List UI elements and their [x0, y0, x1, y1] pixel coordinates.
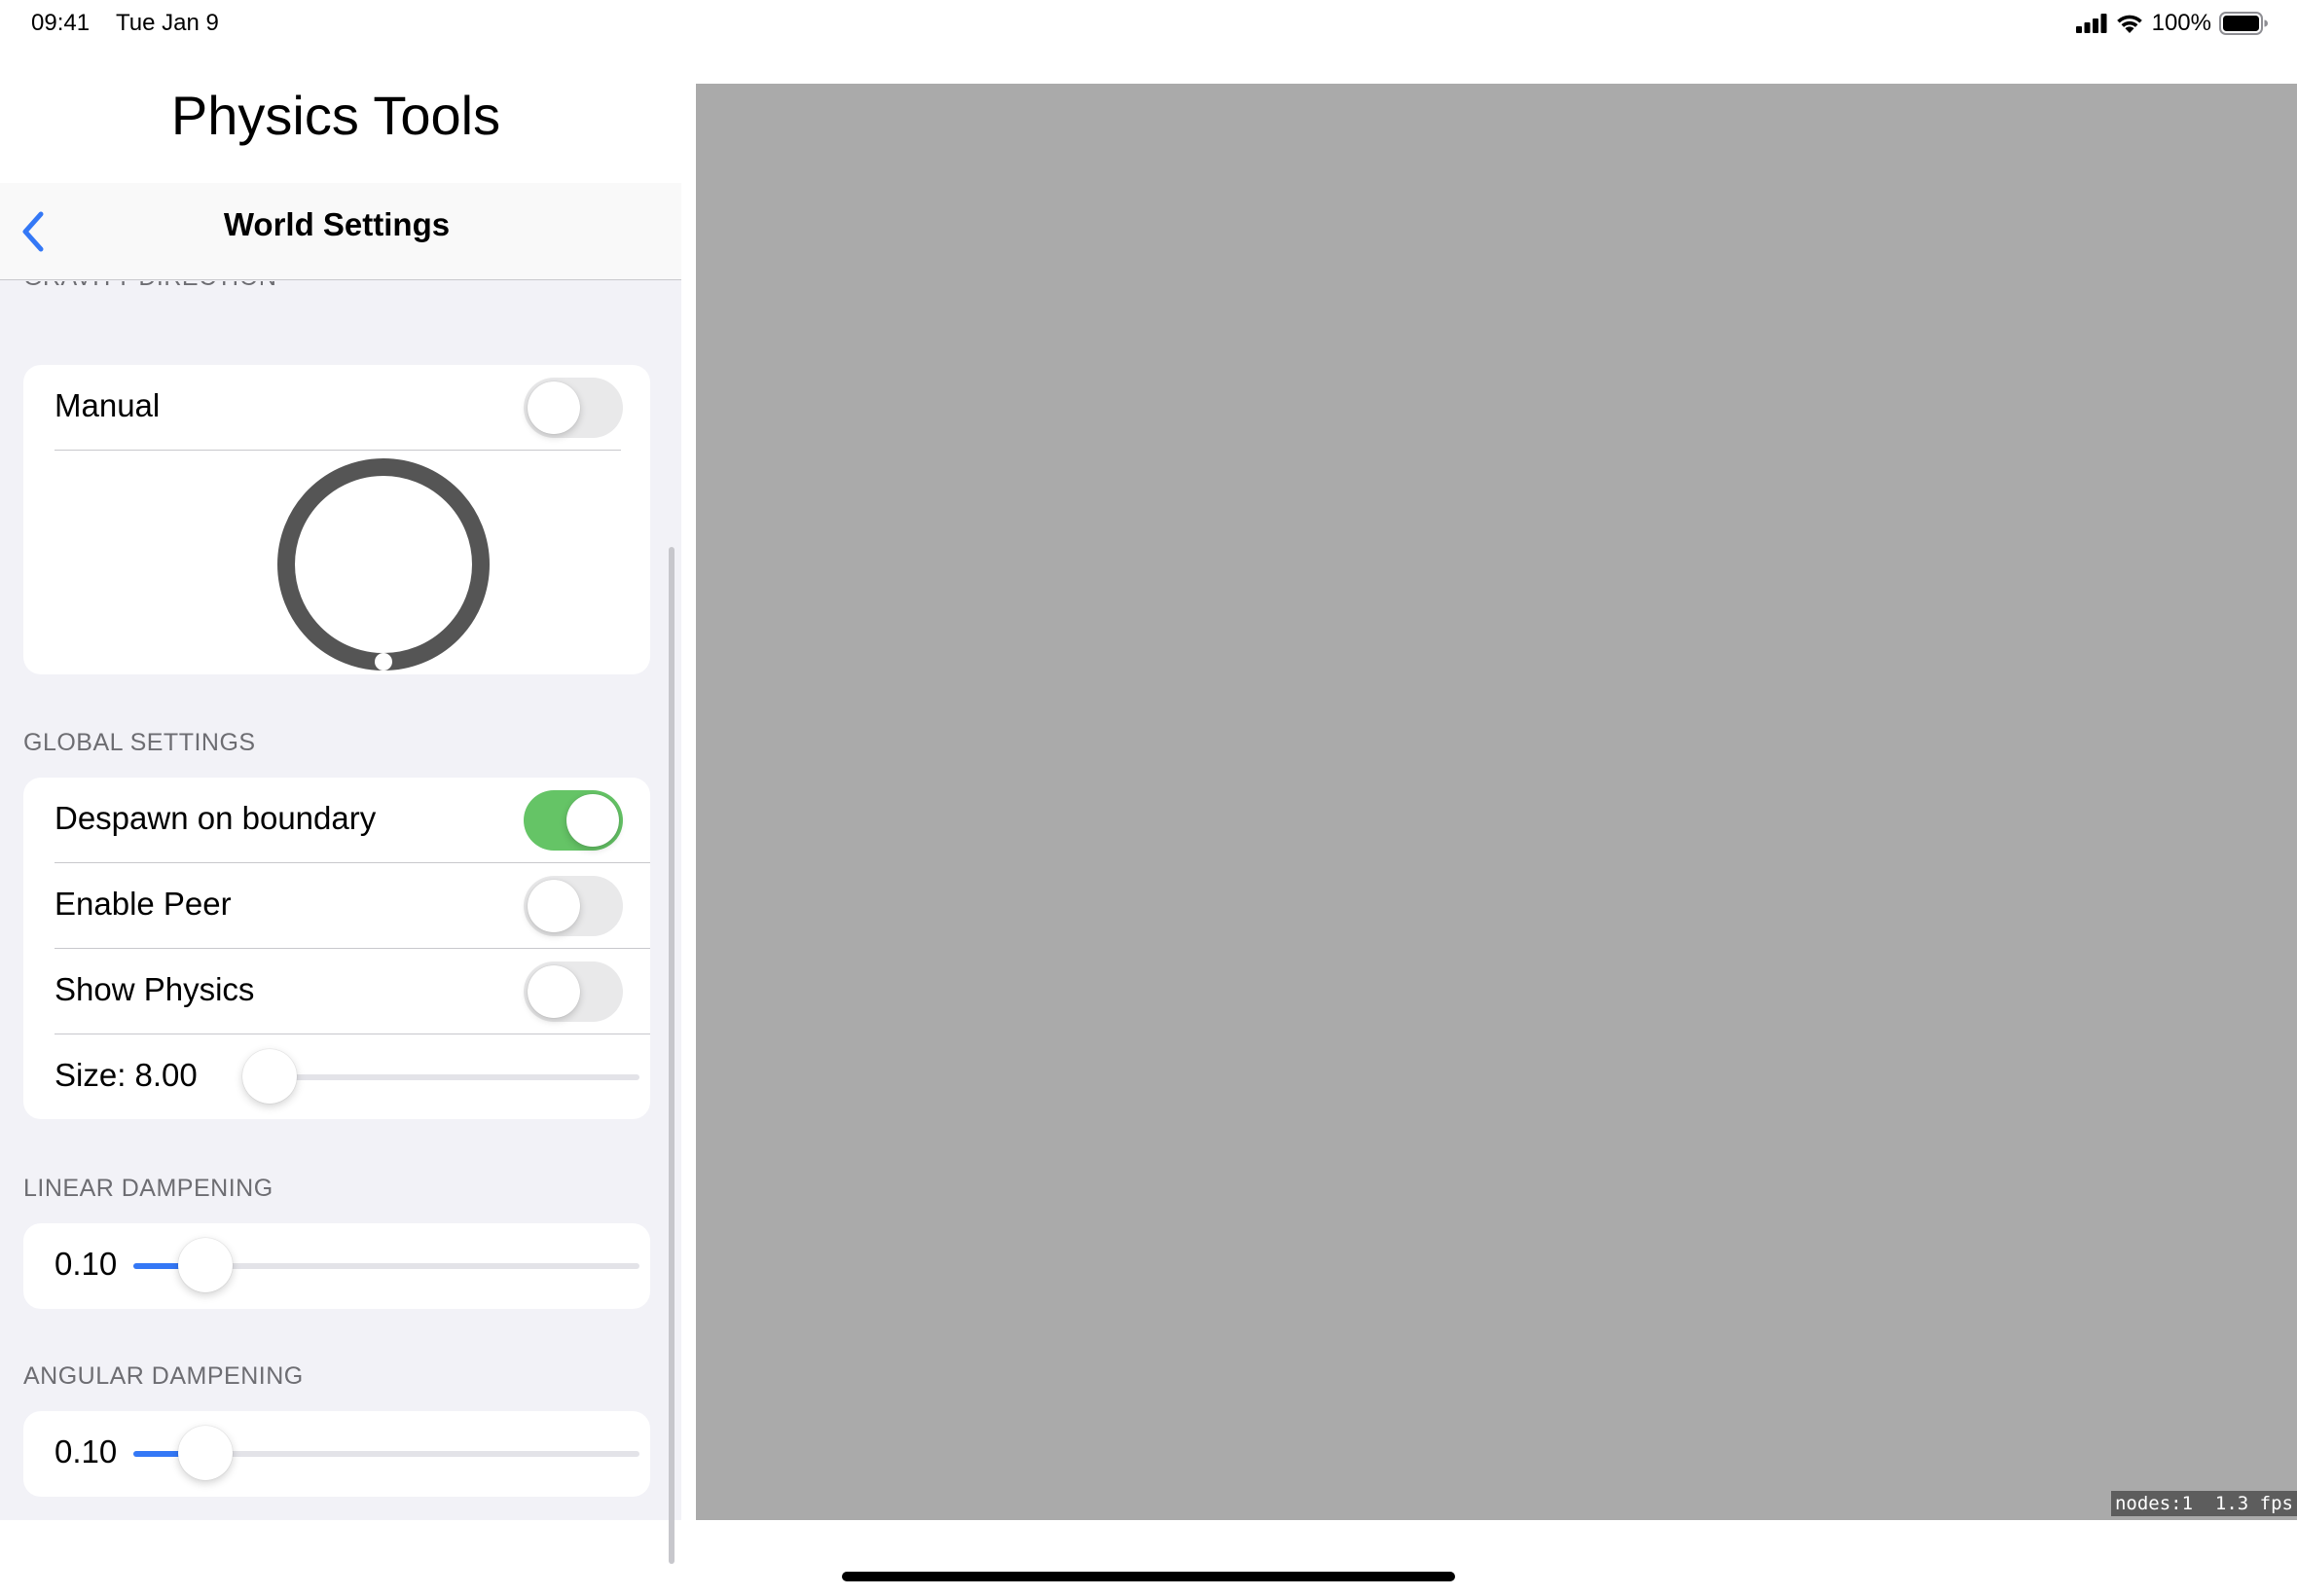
- enable-peer-toggle[interactable]: [524, 876, 623, 936]
- app-root: 09:41 Tue Jan 9 100% Physics Tools World…: [0, 0, 2297, 1596]
- toggle-knob: [566, 794, 619, 847]
- section-header-gravity: GRAVITY DIRECTION: [23, 281, 276, 292]
- cellular-signal-icon: [2075, 14, 2107, 33]
- status-time: 09:41: [31, 10, 91, 36]
- nav-title: World Settings: [223, 206, 451, 242]
- manual-label: Manual: [55, 387, 161, 423]
- physics-scene-view[interactable]: nodes:1 1.3 fps: [696, 84, 2297, 1520]
- app-title: Physics Tools: [170, 85, 501, 146]
- enable-peer-label: Enable Peer: [55, 886, 232, 922]
- dial-ring: [277, 458, 490, 671]
- gravity-card: Manual: [23, 365, 650, 674]
- size-slider[interactable]: [242, 1048, 639, 1106]
- global-settings-card: Despawn on boundary Enable Peer Show Phy…: [23, 778, 650, 1119]
- angular-dampening-card: 0.10: [23, 1411, 650, 1497]
- section-header-global: GLOBAL SETTINGS: [23, 729, 256, 756]
- slider-track: [242, 1074, 639, 1080]
- dial-handle[interactable]: [375, 653, 392, 671]
- enable-peer-row: Enable Peer: [23, 863, 650, 949]
- slider-thumb[interactable]: [178, 1238, 234, 1292]
- angular-dampening-row: 0.10: [23, 1411, 650, 1497]
- sidebar-header: Physics Tools: [0, 49, 681, 183]
- wifi-icon: [2116, 15, 2142, 33]
- slider-thumb[interactable]: [242, 1049, 297, 1104]
- navigation-bar: World Settings: [0, 183, 681, 280]
- despawn-label: Despawn on boundary: [55, 800, 377, 836]
- show-physics-row: Show Physics: [23, 949, 650, 1034]
- battery-percentage: 100%: [2151, 10, 2211, 36]
- despawn-row: Despawn on boundary: [23, 778, 650, 863]
- toggle-knob: [528, 381, 580, 434]
- scroll-indicator[interactable]: [669, 547, 675, 1564]
- status-bar: 09:41 Tue Jan 9 100%: [0, 0, 2297, 49]
- home-indicator[interactable]: [842, 1572, 1455, 1581]
- size-row: Size: 8.00: [23, 1034, 650, 1119]
- show-physics-label: Show Physics: [55, 971, 255, 1007]
- angular-dampening-slider[interactable]: [133, 1425, 639, 1483]
- toggle-knob: [528, 965, 580, 1018]
- linear-dampening-card: 0.10: [23, 1223, 650, 1309]
- show-physics-toggle[interactable]: [524, 961, 623, 1022]
- status-date: Tue Jan 9: [116, 10, 219, 36]
- toggle-knob: [528, 880, 580, 932]
- sidebar: Physics Tools World Settings GRAVITY DIR…: [0, 49, 681, 1564]
- settings-scroll-area[interactable]: GRAVITY DIRECTION Manual GLOBAL SETTINGS…: [0, 281, 681, 1520]
- linear-dampening-slider[interactable]: [133, 1237, 639, 1295]
- manual-row: Manual: [23, 365, 650, 451]
- battery-icon: [2219, 12, 2268, 35]
- status-indicators: 100%: [2075, 8, 2268, 39]
- section-header-linear-dampening: LINEAR DAMPENING: [23, 1175, 273, 1202]
- linear-dampening-row: 0.10: [23, 1223, 650, 1309]
- scene-stats-overlay: nodes:1 1.3 fps: [2110, 1491, 2297, 1516]
- size-label: Size: 8.00: [55, 1057, 198, 1093]
- despawn-toggle[interactable]: [524, 790, 623, 851]
- angular-dampening-value: 0.10: [55, 1433, 118, 1469]
- gravity-direction-dial[interactable]: [276, 457, 491, 671]
- slider-thumb[interactable]: [178, 1426, 234, 1480]
- manual-toggle[interactable]: [524, 378, 623, 438]
- row-divider: [55, 450, 621, 451]
- linear-dampening-value: 0.10: [55, 1246, 118, 1282]
- section-header-angular-dampening: ANGULAR DAMPENING: [23, 1362, 304, 1390]
